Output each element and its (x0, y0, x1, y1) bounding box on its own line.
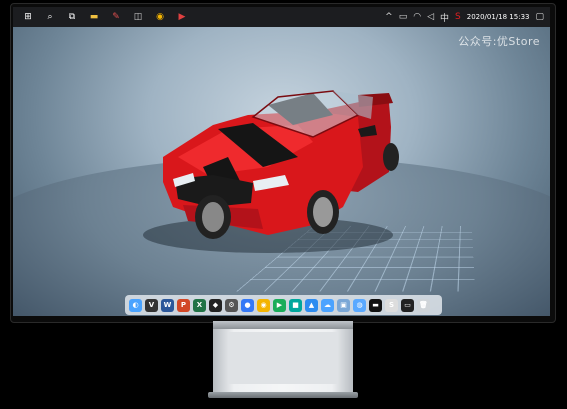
volume-icon[interactable]: ◁ (427, 12, 434, 22)
dock-chrome-icon[interactable]: ◉ (257, 298, 270, 312)
monitor-foot (208, 392, 358, 398)
file-explorer-icon[interactable]: ▬ (87, 10, 101, 24)
wifi-icon[interactable]: ◠ (413, 12, 421, 22)
dock-finder-icon[interactable]: ◐ (129, 298, 142, 312)
dock-app-monitor-icon[interactable]: ▭ (401, 298, 414, 312)
desktop-stage: ⊞ ⌕ ⧉ ▬ ✎ ◫ ◉ ▶ ^ ▭ ◠ ◁ 中 S 2020/01/18 1… (0, 0, 567, 409)
dock-app-v-icon[interactable]: V (145, 298, 158, 312)
car-illustration (143, 90, 399, 253)
monitor-neck (213, 321, 353, 329)
app-icon-2[interactable]: ◫ (131, 10, 145, 24)
notification-icon[interactable]: ▢ (535, 12, 544, 22)
media-icon[interactable]: ▶ (175, 10, 189, 24)
watermark-text: 公众号:优Store (458, 35, 540, 48)
dock-app-green-icon[interactable]: ▶ (273, 298, 286, 312)
dock-trash-icon[interactable]: 🗑 (417, 298, 430, 312)
dock-app-circle-icon[interactable]: ● (241, 298, 254, 312)
chrome-icon[interactable]: ◉ (153, 10, 167, 24)
task-view-icon[interactable]: ⧉ (65, 10, 79, 24)
windows-logo-icon[interactable]: ⊞ (21, 10, 35, 24)
dock-app-dark-icon[interactable]: ◆ (209, 298, 222, 312)
ime-icon[interactable]: 中 (440, 11, 449, 24)
dock-app-cloud-icon[interactable]: ☁ (321, 298, 334, 312)
stand-cutout (228, 332, 338, 384)
dock: ◐ V W P X ◆ ⚙ ● ◉ ▶ ■ ▲ ☁ ▣ ◍ ▬ S ▭ 🗑 (125, 295, 442, 315)
dock-app-ssg-icon[interactable]: S (385, 298, 398, 312)
s-app-icon[interactable]: S (455, 12, 461, 22)
dock-excel-icon[interactable]: X (193, 298, 206, 312)
dock-preview-icon[interactable]: ▣ (337, 298, 350, 312)
dock-app-settings-icon[interactable]: ⚙ (225, 298, 238, 312)
dock-app-blue-icon[interactable]: ▲ (305, 298, 318, 312)
dock-word-icon[interactable]: W (161, 298, 174, 312)
app-icon-1[interactable]: ✎ (109, 10, 123, 24)
display-icon[interactable]: ▭ (399, 12, 408, 22)
screen: ⊞ ⌕ ⧉ ▬ ✎ ◫ ◉ ▶ ^ ▭ ◠ ◁ 中 S 2020/01/18 1… (13, 7, 550, 316)
taskbar: ⊞ ⌕ ⧉ ▬ ✎ ◫ ◉ ▶ ^ ▭ ◠ ◁ 中 S 2020/01/18 1… (13, 7, 550, 27)
dock-app-terminal-icon[interactable]: ▬ (369, 298, 382, 312)
up-arrow-icon[interactable]: ^ (385, 12, 393, 22)
dock-powerpoint-icon[interactable]: P (177, 298, 190, 312)
dock-app-drop-icon[interactable]: ◍ (353, 298, 366, 312)
dock-app-teal-icon[interactable]: ■ (289, 298, 302, 312)
search-icon[interactable]: ⌕ (43, 10, 57, 24)
taskbar-clock[interactable]: 2020/01/18 15:33 (467, 13, 530, 21)
